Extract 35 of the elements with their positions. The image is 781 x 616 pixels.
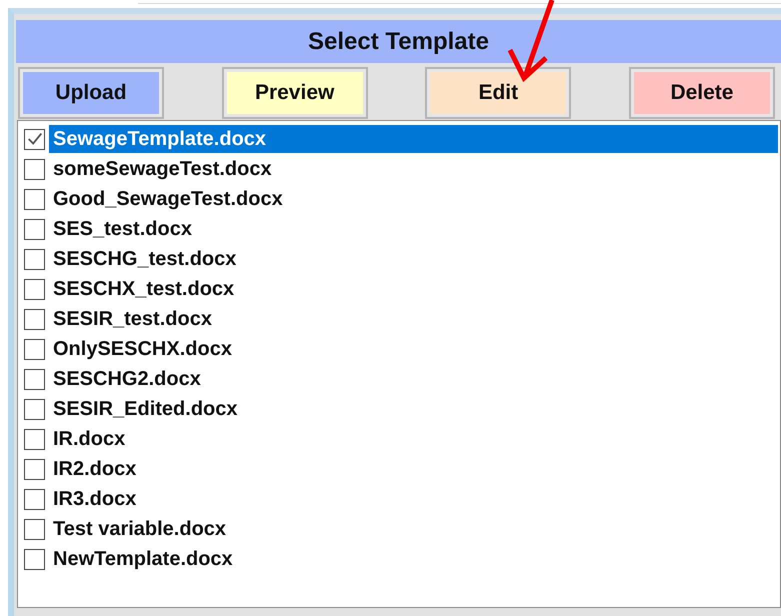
checkbox[interactable] [24,518,45,540]
checkbox[interactable] [24,548,45,570]
checkbox[interactable] [24,218,45,240]
template-item[interactable]: SESCHG_test.docx [49,245,778,273]
template-item[interactable]: OnlySESCHX.docx [49,335,778,363]
panel-title: Select Template [16,20,781,63]
checkbox[interactable] [24,188,45,210]
checkbox[interactable] [24,338,45,360]
template-button[interactable]: Edit [430,72,566,114]
template-button[interactable]: Preview [226,72,363,114]
checkbox[interactable] [24,458,45,480]
checkbox[interactable] [24,428,45,450]
template-item[interactable]: SES_test.docx [49,215,778,243]
checkbox[interactable] [24,368,45,390]
template-item[interactable]: IR.docx [49,425,778,453]
checkbox[interactable] [24,128,45,150]
template-item[interactable]: SESCHX_test.docx [49,275,778,303]
template-item[interactable]: Test variable.docx [49,515,778,543]
template-item[interactable]: IR3.docx [49,485,778,513]
template-item[interactable]: SESIR_test.docx [49,305,778,333]
checkbox[interactable] [24,308,45,330]
checkbox[interactable] [24,398,45,420]
template-item[interactable]: SESIR_Edited.docx [49,395,778,423]
template-item[interactable]: NewTemplate.docx [49,545,778,573]
template-item[interactable]: SESCHG2.docx [49,365,778,393]
template-button[interactable]: Upload [23,72,159,114]
template-item[interactable]: IR2.docx [49,455,778,483]
template-button[interactable]: Delete [634,72,770,114]
template-item[interactable]: SewageTemplate.docx [49,125,778,153]
template-item[interactable]: someSewageTest.docx [49,155,778,183]
checkbox[interactable] [24,158,45,180]
checkbox[interactable] [24,488,45,510]
template-item[interactable]: Good_SewageTest.docx [49,185,778,213]
checkbox[interactable] [24,278,45,300]
checkbox[interactable] [24,248,45,270]
